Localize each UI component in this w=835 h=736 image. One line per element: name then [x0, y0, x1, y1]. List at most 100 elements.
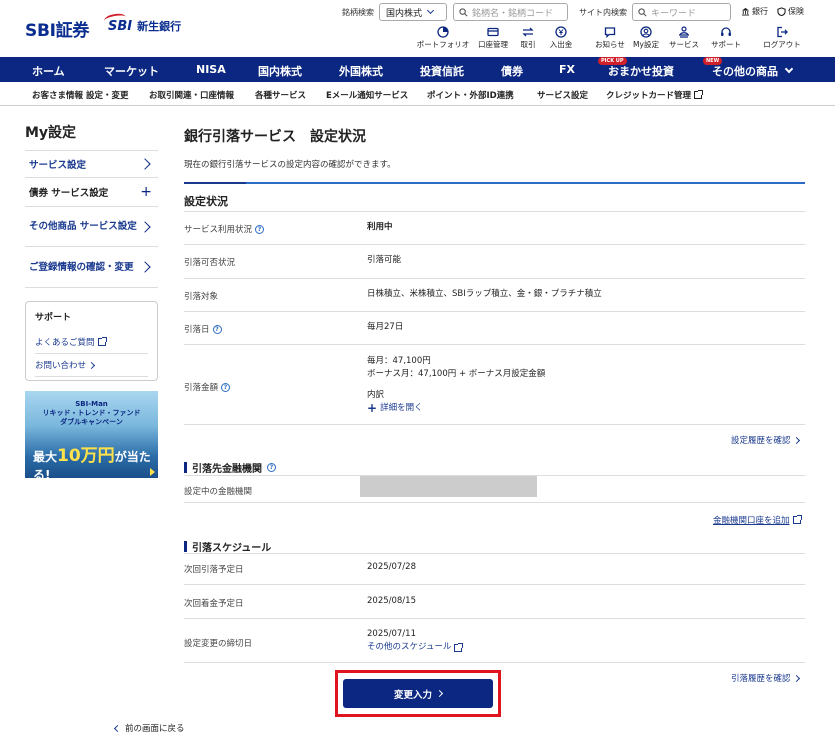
banner-heading: SBI-Man リキッド・トレンド・ファンド ダブルキャンペーン	[25, 400, 158, 427]
sidebar-item-other-settings[interactable]: その他商品 サービス設定	[25, 206, 158, 246]
row-value: 日株積立、米株積立、SBIラップ積立、金・銀・プラチナ積立	[367, 289, 602, 299]
faq-link[interactable]: よくあるご質問	[35, 331, 148, 354]
shinsei-bank-logo[interactable]: SBI 新生銀行	[103, 11, 182, 36]
row-value: 2025/07/28	[367, 562, 416, 572]
back-link-label: 前の画面に戻る	[125, 724, 185, 734]
subnav-points[interactable]: ポイント・外部ID連携	[427, 89, 514, 101]
deposit-button[interactable]: 入出金	[547, 26, 575, 50]
site-search-input[interactable]: キーワード	[632, 3, 731, 21]
nav-other-products-label: その他の商品	[712, 65, 778, 78]
site-search-placeholder: キーワード	[651, 8, 697, 19]
sidebar-item-label: 債券 サービス設定	[29, 188, 109, 199]
chevron-right-icon	[139, 220, 151, 233]
trade-label: 取引	[520, 40, 536, 49]
logout-button[interactable]: ログアウト	[760, 26, 804, 50]
nav-fx[interactable]: FX	[559, 63, 575, 76]
withdrawal-history-label: 引落履歴を確認	[731, 674, 791, 684]
bank-link[interactable]: 銀行	[741, 6, 768, 17]
stock-search-input[interactable]: 銘柄名・銘柄コード	[453, 3, 568, 21]
add-bank-account-link[interactable]: 金融機関口座を追加	[713, 514, 802, 526]
notifications-button[interactable]: お知らせ	[593, 26, 627, 50]
stock-search-select[interactable]: 国内株式	[379, 3, 447, 21]
new-badge: NEW	[703, 57, 723, 65]
nav-robo-investment[interactable]: PICK UP おまかせ投資	[598, 57, 674, 79]
sidebar-item-registration[interactable]: ご登録情報の確認・変更	[25, 246, 158, 288]
row-label: 設定変更の締切日	[184, 639, 253, 649]
site-search-label: サイト内検索	[579, 8, 627, 17]
support-title: サポート	[35, 313, 72, 323]
stock-search-placeholder: 銘柄名・銘柄コード	[472, 8, 554, 19]
trade-button[interactable]: 取引	[516, 26, 540, 50]
subnav-service-settings[interactable]: サービス設定	[537, 89, 588, 101]
pickup-badge: PICK UP	[598, 57, 627, 65]
section-marker	[184, 462, 187, 473]
bank-section-title-text: 引落先金融機関	[192, 464, 262, 475]
notifications-label: お知らせ	[595, 40, 625, 49]
subnav-customer-info[interactable]: お客さま情報 設定・変更	[32, 89, 128, 101]
chevron-right-icon	[435, 689, 444, 698]
subnav-services[interactable]: 各種サービス	[255, 89, 306, 101]
sidebar-item-label: サービス設定	[29, 160, 87, 171]
insurance-link[interactable]: 保険	[777, 6, 804, 17]
nav-bonds[interactable]: 債券	[501, 63, 523, 79]
banner-line3: ダブルキャンペーン	[60, 418, 123, 426]
campaign-banner[interactable]: SBI-Man リキッド・トレンド・ファンド ダブルキャンペーン 最大10万円が…	[25, 391, 158, 478]
other-schedule-link[interactable]: その他のスケジュール	[367, 641, 464, 654]
contact-link[interactable]: お問い合わせ	[35, 354, 148, 377]
nav-foreign-stocks[interactable]: 外国株式	[339, 63, 383, 79]
nav-home[interactable]: ホーム	[32, 63, 65, 79]
portfolio-button[interactable]: ポートフォリオ	[416, 26, 470, 50]
stock-search-label: 銘柄検索	[342, 8, 374, 17]
chevron-left-icon	[113, 724, 122, 732]
stock-search-select-value: 国内株式	[386, 8, 423, 19]
deadline-date: 2025/07/11	[367, 629, 416, 639]
contact-link-label: お問い合わせ	[35, 361, 87, 371]
nav-investment-trust[interactable]: 投資信託	[420, 63, 464, 79]
sbi-securities-logo[interactable]: SBI証券	[25, 16, 89, 41]
support-button[interactable]: サポート	[709, 26, 743, 50]
row-value: 毎月27日	[367, 322, 404, 332]
nav-other-products[interactable]: NEW その他の商品	[703, 57, 794, 79]
row-value: 引落可能	[367, 255, 402, 265]
external-link-icon	[454, 642, 464, 652]
services-menu[interactable]: サービス	[664, 26, 704, 50]
section-marker	[184, 541, 187, 552]
chevron-right-icon	[792, 674, 800, 682]
help-icon[interactable]: ?	[255, 224, 265, 234]
banner-arrow-icon	[150, 468, 155, 476]
row-next-arrival: 次回着金予定日 2025/08/15	[184, 584, 805, 618]
nav-nisa[interactable]: NISA	[196, 63, 226, 76]
nav-market[interactable]: マーケット	[104, 63, 159, 79]
my-settings-button[interactable]: My設定	[631, 26, 661, 50]
subnav-credit-card[interactable]: クレジットカード管理	[606, 89, 704, 101]
withdrawal-history-link[interactable]: 引落履歴を確認	[731, 672, 800, 684]
sidebar-item-label: ご登録情報の確認・変更	[29, 261, 134, 273]
chevron-down-icon	[426, 6, 435, 15]
account-button[interactable]: 口座管理	[476, 26, 510, 50]
support-box: サポート よくあるご質問 お問い合わせ	[25, 301, 158, 381]
section-divider	[184, 182, 805, 184]
subnav-email-notify[interactable]: Eメール通知サービス	[326, 89, 408, 101]
row-label: 設定中の金融機関	[184, 487, 253, 497]
sidebar-item-service-settings[interactable]: サービス設定	[25, 150, 158, 177]
chevron-down-icon	[784, 64, 794, 74]
help-icon[interactable]: ?	[212, 324, 222, 334]
row-next-withdrawal: 次回引落予定日 2025/07/28	[184, 553, 805, 584]
back-link[interactable]: 前の画面に戻る	[113, 722, 185, 734]
subnav-trading-account[interactable]: お取引関連・口座情報	[149, 89, 234, 101]
headset-icon	[721, 27, 731, 36]
settings-history-link[interactable]: 設定履歴を確認	[731, 434, 800, 446]
nav-domestic-stocks[interactable]: 国内株式	[258, 63, 302, 79]
change-input-button[interactable]: 変更入力	[343, 679, 493, 708]
bank-logo-name: 新生銀行	[137, 20, 182, 33]
search-icon	[638, 7, 647, 16]
masked-bank-info	[360, 476, 537, 497]
sidebar-item-bond-settings[interactable]: 債券 サービス設定 +	[25, 177, 158, 206]
help-icon[interactable]: ?	[267, 463, 276, 472]
amount-breakdown-label: 内訳	[367, 390, 385, 400]
detail-open-link[interactable]: + 詳細を開く	[367, 402, 545, 415]
help-icon[interactable]: ?	[221, 382, 231, 392]
my-settings-label: My設定	[633, 40, 659, 49]
page-title: 銀行引落サービス 設定状況	[184, 129, 366, 145]
detail-open-label: 詳細を開く	[380, 403, 423, 413]
